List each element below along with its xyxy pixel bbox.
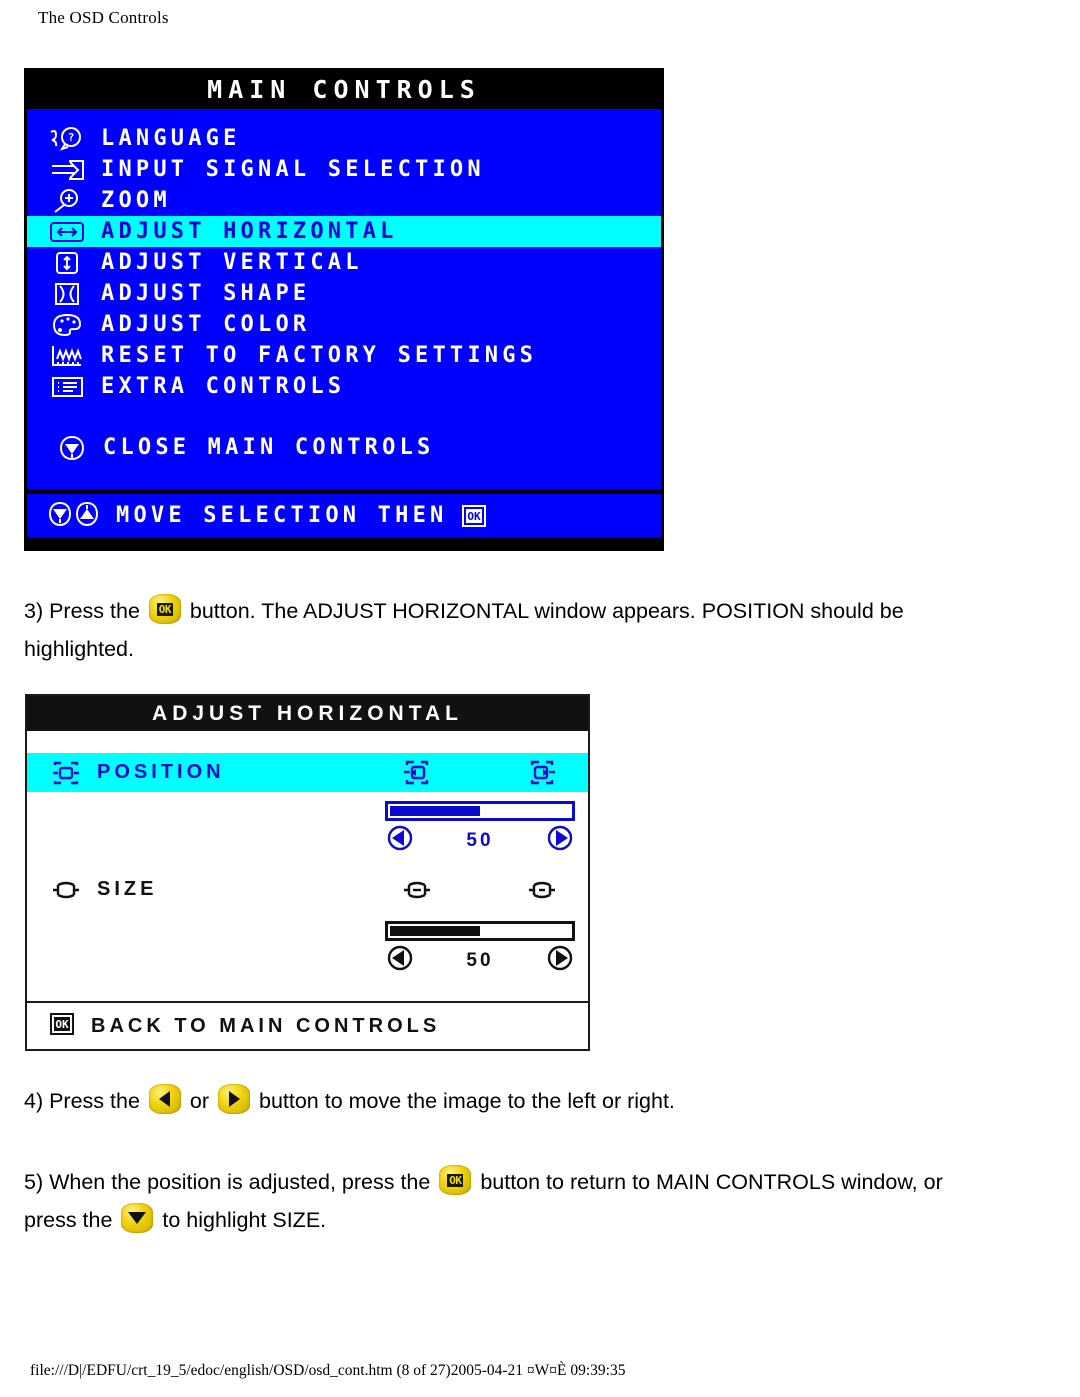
down-arrow-button[interactable]	[121, 1203, 154, 1233]
size-icon	[49, 877, 83, 903]
svg-text:OK: OK	[55, 1018, 69, 1031]
position-slider-fill	[390, 806, 480, 816]
menu-item-zoom[interactable]: ZOOM	[27, 185, 661, 216]
menu-item-label: EXTRA CONTROLS	[101, 374, 346, 399]
zoom-icon	[45, 188, 89, 214]
back-to-main-controls-label: BACK TO MAIN CONTROLS	[91, 1014, 441, 1037]
main-controls-osd: MAIN CONTROLS ? LANGUAGE INPUT SIGNAL SE…	[24, 68, 664, 551]
adjust-shape-icon	[45, 281, 89, 307]
size-value: 50	[466, 949, 494, 971]
down-shield-icon	[47, 500, 73, 532]
adjust-horizontal-body: POSITION 50 SIZE 50	[27, 731, 588, 1001]
page-title: The OSD Controls	[38, 8, 169, 27]
step-5-line2-pre: press the	[24, 1208, 113, 1232]
adjust-row-position[interactable]: POSITION	[27, 753, 588, 792]
adjust-horizontal-footer[interactable]: OK BACK TO MAIN CONTROLS	[27, 1001, 588, 1049]
menu-item-label: RESET TO FACTORY SETTINGS	[101, 343, 538, 368]
left-arrow-button[interactable]	[148, 1084, 181, 1114]
step-5-line2-post: to highlight SIZE.	[162, 1208, 327, 1232]
menu-item-reset-to-factory-settings[interactable]: RESET TO FACTORY SETTINGS	[27, 340, 661, 371]
ok-button[interactable]: OK	[439, 1165, 472, 1195]
menu-item-label: INPUT SIGNAL SELECTION	[101, 157, 485, 182]
adjust-horizontal-icon	[45, 219, 89, 245]
step-4-paragraph: 4) Press the or button to move the image…	[24, 1082, 675, 1120]
ok-button[interactable]: OK	[148, 594, 181, 624]
position-slider-track[interactable]	[385, 801, 575, 821]
language-icon: ?	[45, 126, 89, 152]
menu-item-label: ADJUST HORIZONTAL	[101, 219, 398, 244]
size-stepper: 50	[385, 945, 575, 976]
menu-item-adjust-horizontal[interactable]: ADJUST HORIZONTAL	[27, 216, 661, 247]
menu-item-extra-controls[interactable]: EXTRA CONTROLS	[27, 371, 661, 402]
input-signal-icon	[45, 157, 89, 183]
extra-controls-icon	[45, 374, 89, 400]
size-slider-fill	[390, 926, 480, 936]
step-5-paragraph: 5) When the position is adjusted, press …	[24, 1163, 943, 1239]
up-shield-icon	[74, 500, 100, 532]
size-slider[interactable]: 50	[385, 921, 575, 976]
step-3-text-post: button. The ADJUST HORIZONTAL window app…	[189, 599, 904, 623]
menu-item-adjust-vertical[interactable]: ADJUST VERTICAL	[27, 247, 661, 278]
size-decrease-button[interactable]	[387, 945, 413, 976]
main-controls-title: MAIN CONTROLS	[27, 71, 661, 109]
menu-spacer	[27, 402, 661, 432]
adjust-color-icon	[45, 312, 89, 338]
menu-item-input-signal-selection[interactable]: INPUT SIGNAL SELECTION	[27, 154, 661, 185]
step-4-text-pre: 4) Press the	[24, 1089, 140, 1113]
menu-item-label: ADJUST COLOR	[101, 312, 311, 337]
position-decrease-button[interactable]	[387, 825, 413, 856]
adjust-row-label: POSITION	[97, 761, 225, 783]
main-controls-hint-bar: MOVE SELECTION THEN OK	[27, 489, 661, 537]
adjust-horizontal-osd: ADJUST HORIZONTAL POSITION 50 SIZE 50 OK…	[25, 694, 590, 1051]
position-stepper: 50	[385, 825, 575, 856]
right-arrow-button[interactable]	[218, 1084, 250, 1114]
step-5-text-post: button to return to MAIN CONTROLS window…	[480, 1170, 943, 1194]
position-right-icon[interactable]	[527, 759, 557, 791]
adjust-row-label: SIZE	[97, 878, 158, 900]
menu-item-label: ADJUST SHAPE	[101, 281, 311, 306]
size-grow-icon[interactable]	[527, 876, 557, 908]
size-increase-button[interactable]	[547, 945, 573, 976]
position-left-icon[interactable]	[402, 759, 432, 791]
menu-item-adjust-shape[interactable]: ADJUST SHAPE	[27, 278, 661, 309]
svg-text:?: ?	[68, 131, 75, 144]
step-5-text-pre: 5) When the position is adjusted, press …	[24, 1170, 431, 1194]
size-shrink-icon[interactable]	[402, 876, 432, 908]
menu-item-close-main-controls[interactable]: CLOSE MAIN CONTROLS	[27, 432, 661, 463]
ok-icon: OK	[461, 503, 487, 529]
position-slider[interactable]: 50	[385, 801, 575, 856]
adjust-vertical-icon	[45, 250, 89, 276]
main-controls-list: ? LANGUAGE INPUT SIGNAL SELECTION ZOOM A…	[27, 109, 661, 489]
menu-item-language[interactable]: ? LANGUAGE	[27, 123, 661, 154]
menu-item-label: ADJUST VERTICAL	[101, 250, 363, 275]
step-3-paragraph: 3) Press the OK button. The ADJUST HORIZ…	[24, 592, 904, 668]
ok-icon: OK	[49, 1011, 75, 1042]
position-value: 50	[466, 829, 494, 851]
factory-reset-icon	[45, 343, 89, 369]
close-down-icon	[57, 435, 87, 461]
position-increase-button[interactable]	[547, 825, 573, 856]
hint-arrow-icons	[47, 500, 100, 532]
footer-path: file:///D|/EDFU/crt_19_5/edoc/english/OS…	[30, 1362, 626, 1379]
step-3-text-pre: 3) Press the	[24, 599, 140, 623]
size-slider-track[interactable]	[385, 921, 575, 941]
menu-item-adjust-color[interactable]: ADJUST COLOR	[27, 309, 661, 340]
adjust-horizontal-title: ADJUST HORIZONTAL	[27, 696, 588, 731]
menu-item-label: CLOSE MAIN CONTROLS	[103, 435, 435, 460]
step-4-text-post: button to move the image to the left or …	[258, 1089, 675, 1113]
hint-label: MOVE SELECTION THEN	[116, 503, 448, 528]
position-icon	[49, 760, 83, 786]
svg-text:OK: OK	[468, 510, 482, 523]
step-3-line2: highlighted.	[24, 637, 134, 661]
menu-item-label: ZOOM	[101, 188, 171, 213]
menu-item-label: LANGUAGE	[101, 126, 241, 151]
adjust-row-size[interactable]: SIZE	[27, 870, 588, 909]
step-4-text-mid: or	[189, 1089, 210, 1113]
